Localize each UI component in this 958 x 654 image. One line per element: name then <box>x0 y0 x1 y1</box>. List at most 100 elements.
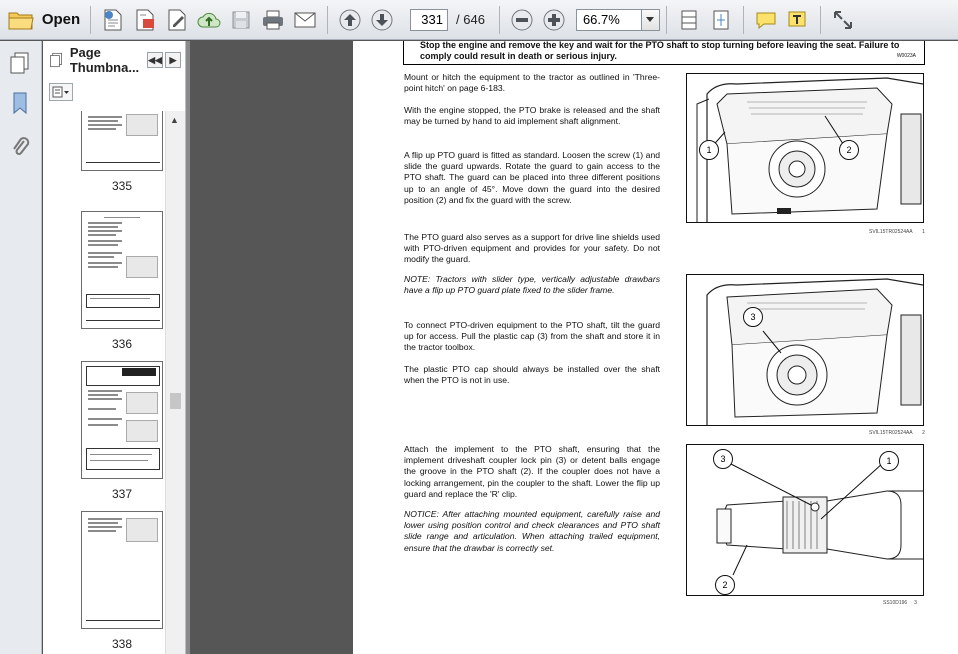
paragraph: The PTO guard also serves as a support f… <box>404 232 660 265</box>
figure-caption: SS10D196 3 <box>883 600 917 606</box>
pages-icon <box>10 52 29 74</box>
cloud-upload-icon <box>197 12 221 27</box>
figure-callout: 3 <box>743 307 763 327</box>
paragraph: Mount or hitch the equipment to the trac… <box>404 72 660 94</box>
highlight-text-icon <box>788 11 806 26</box>
zoom-level-field[interactable]: 66.7% <box>575 8 642 31</box>
paragraph: The plastic PTO cap should always be ins… <box>404 364 660 386</box>
collapse-panel-button[interactable]: ◀◀ <box>147 52 163 68</box>
page-number-input[interactable]: 331 <box>410 8 448 31</box>
thumbnail-label: 336 <box>111 337 133 351</box>
panel-forward-button[interactable]: ▶ <box>165 52 181 68</box>
figure-callout: 2 <box>715 575 735 595</box>
note-paragraph: NOTE: Tractors with slider type, vertica… <box>404 274 660 296</box>
figure-caption: SVIL15TR02524AA 1 <box>869 229 925 235</box>
figure-pto-guard-1: 1 2 <box>686 73 924 223</box>
bookmark-icon <box>13 92 27 115</box>
figure-caption: SVIL15TR02524AA 2 <box>869 430 925 436</box>
arrow-up-icon <box>339 9 361 30</box>
scroll-up-icon[interactable]: ▲ <box>170 115 179 125</box>
thumbnails-panel: Page Thumbna... ◀◀ ▶ 335 336 337 338 ▲ <box>43 41 186 654</box>
thumbnail-page <box>81 211 163 329</box>
figure-callout: 3 <box>713 449 733 469</box>
thumbnail-item[interactable]: 336 <box>81 211 163 351</box>
export-pdf-button[interactable] <box>129 4 161 36</box>
separator <box>90 5 91 34</box>
separator <box>819 5 821 34</box>
save-button[interactable] <box>225 4 257 36</box>
create-pdf-icon <box>104 9 122 30</box>
fit-page-icon <box>713 10 729 29</box>
zoom-out-button[interactable] <box>506 4 538 36</box>
figure-callout: 2 <box>839 140 859 160</box>
thumbnail-options-button[interactable] <box>49 83 73 101</box>
caption-index: 1 <box>922 229 925 235</box>
total-pages: 646 <box>463 12 485 27</box>
printer-icon <box>263 10 283 29</box>
page-separator: / <box>456 12 460 27</box>
thumbnail-page <box>81 511 163 629</box>
figure-callout: 1 <box>879 451 899 471</box>
print-button[interactable] <box>257 4 289 36</box>
bookmarks-button[interactable] <box>6 89 34 117</box>
warning-text: Stop the engine and remove the key and w… <box>420 41 900 61</box>
thumbnail-scrollbar[interactable]: ▲ <box>165 111 185 654</box>
warning-code: W0023A <box>896 53 916 59</box>
save-icon <box>232 11 250 28</box>
scroll-thumb[interactable] <box>170 393 181 409</box>
comment-button[interactable] <box>750 4 782 36</box>
navigation-rail <box>0 41 42 654</box>
panel-header: Page Thumbna... ◀◀ ▶ <box>43 41 185 79</box>
thumbnail-list: 335 336 337 338 <box>43 111 165 654</box>
fit-page-button[interactable] <box>705 4 737 36</box>
previous-page-button[interactable] <box>334 4 366 36</box>
thumbnail-item[interactable]: 338 <box>81 511 163 651</box>
caption-code: SVIL15TR02524AA <box>869 229 913 235</box>
separator <box>327 5 328 34</box>
thumbnail-label: 338 <box>111 637 133 651</box>
caption-index: 3 <box>914 600 917 606</box>
paragraph: To connect PTO-driven equipment to the P… <box>404 320 660 353</box>
zoom-in-button[interactable] <box>538 4 570 36</box>
email-button[interactable] <box>289 4 321 36</box>
thumbnail-item[interactable]: 335 <box>81 111 163 193</box>
full-screen-button[interactable] <box>827 4 859 36</box>
warning-box: Stop the engine and remove the key and w… <box>403 41 925 65</box>
open-label: Open <box>41 11 81 28</box>
toolbar: Open 331 / 646 66.7% <box>0 0 958 40</box>
thumbnail-item[interactable]: 337 <box>81 361 163 501</box>
folder-icon <box>8 12 34 29</box>
edit-icon <box>168 9 186 30</box>
pto-cap-illustration <box>706 278 923 425</box>
chevron-down-icon <box>646 17 655 22</box>
page-thumbnails-button[interactable] <box>6 49 34 77</box>
paperclip-icon <box>13 137 30 155</box>
create-pdf-button[interactable] <box>97 4 129 36</box>
separator <box>742 5 744 34</box>
figure-pto-guard-2: 3 <box>686 274 924 426</box>
panel-title: Page Thumbna... <box>69 45 140 75</box>
mail-icon <box>294 12 316 27</box>
fit-width-button[interactable] <box>673 4 705 36</box>
edit-pdf-button[interactable] <box>161 4 193 36</box>
pages-icon <box>50 52 62 68</box>
zoom-dropdown-button[interactable] <box>641 8 660 31</box>
next-page-button[interactable] <box>366 4 398 36</box>
document-page: Stop the engine and remove the key and w… <box>353 41 958 654</box>
caption-index: 2 <box>922 430 925 436</box>
export-pdf-icon <box>136 9 154 30</box>
fit-width-icon <box>681 10 697 29</box>
thumbnail-label: 337 <box>111 487 133 501</box>
figure-pto-coupler: 3 1 2 <box>686 444 924 596</box>
open-button[interactable]: Open <box>4 4 84 36</box>
panel-tools <box>43 79 185 105</box>
options-icon <box>52 86 69 98</box>
share-button[interactable] <box>193 4 225 36</box>
notice-paragraph: NOTICE: After attaching mounted equipmen… <box>404 509 660 553</box>
minus-icon <box>511 9 533 30</box>
panel-splitter[interactable] <box>186 41 190 654</box>
page-total: / 646 <box>456 12 485 27</box>
thumbnail-label: 335 <box>111 179 133 193</box>
attachments-button[interactable] <box>6 133 34 161</box>
highlight-button[interactable] <box>782 4 814 36</box>
